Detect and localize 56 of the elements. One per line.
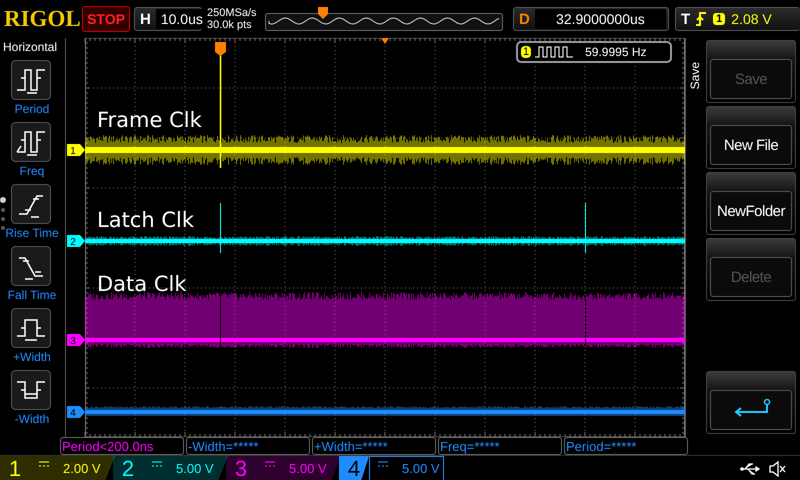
- channel-scale: 5.00 V: [176, 461, 214, 476]
- trigger-level[interactable]: 2.08 V: [731, 11, 772, 27]
- sample-rate: 250MSa/s: [207, 7, 258, 19]
- period-measure-button[interactable]: [11, 60, 51, 100]
- measurement-readout: -Width=*****: [188, 438, 258, 454]
- measure-label: Rise Time: [5, 226, 59, 240]
- fall-measure-button[interactable]: [11, 246, 51, 286]
- usb-icon: [740, 462, 762, 476]
- measurement-readout: Period<200.0ns: [62, 438, 154, 454]
- dc-coupling-icon: [265, 461, 275, 467]
- measurement-readout: Freq=*****: [440, 438, 500, 454]
- delay-value[interactable]: 32.9000000us: [534, 9, 666, 29]
- menu-title: Save: [688, 62, 702, 90]
- channel-button[interactable]: 1 2.00 V: [0, 456, 115, 480]
- channel-scale: 2.00 V: [63, 461, 101, 476]
- measurement-readout: +Width=*****: [314, 438, 388, 454]
- rise-measure-button[interactable]: [11, 184, 51, 224]
- menu-title: Horizontal: [2, 39, 58, 54]
- logo: RIGOL: [4, 6, 82, 32]
- trigger-position-marker[interactable]: [215, 42, 226, 56]
- channel-marker[interactable]: 2: [67, 235, 85, 248]
- speaker-muted-icon: [768, 460, 786, 478]
- trigger-label: T: [680, 10, 692, 28]
- channel-button[interactable]: 3 5.00 V: [226, 456, 341, 480]
- measure-label: Freq: [20, 164, 44, 178]
- memory-depth: 30.0k pts: [207, 19, 253, 31]
- channel-badge: 1: [521, 46, 532, 58]
- measurement-readout: Period=*****: [566, 438, 636, 454]
- softkey-button[interactable]: [706, 371, 796, 434]
- channel-marker[interactable]: 3: [67, 334, 85, 347]
- channel-button[interactable]: 2 5.00 V: [113, 456, 228, 480]
- dc-coupling-icon: [152, 461, 162, 467]
- measure-label: Period: [14, 102, 50, 116]
- delay-label: D: [518, 10, 531, 28]
- channel-marker[interactable]: 4: [67, 406, 85, 419]
- dc-coupling-icon: [39, 461, 49, 467]
- measure-label: -Width: [14, 412, 50, 426]
- channel-marker[interactable]: 1: [67, 144, 85, 157]
- trace-label: Latch Clk: [97, 208, 194, 232]
- measure-label: Fall Time: [8, 288, 56, 302]
- dc-coupling-icon: [378, 461, 388, 467]
- trace-label: Frame Clk: [97, 108, 202, 132]
- pwidth-measure-button[interactable]: [11, 308, 51, 348]
- frequency-value: 59.9995 Hz: [585, 45, 647, 59]
- timebase-label: H: [139, 10, 152, 28]
- trace-label: Data Clk: [97, 272, 186, 296]
- softkey-button[interactable]: New File: [706, 106, 796, 169]
- trigger-source-badge: 1: [713, 13, 726, 25]
- measure-label: +Width: [13, 350, 51, 364]
- channel-scale: 5.00 V: [402, 461, 440, 476]
- nwidth-measure-button[interactable]: [11, 370, 51, 410]
- channel-scale: 5.00 V: [289, 461, 327, 476]
- freq-measure-button[interactable]: [11, 122, 51, 162]
- rising-edge-icon: [695, 11, 708, 27]
- run-stop-button[interactable]: STOP: [82, 6, 130, 32]
- softkey-button[interactable]: NewFolder: [706, 172, 796, 235]
